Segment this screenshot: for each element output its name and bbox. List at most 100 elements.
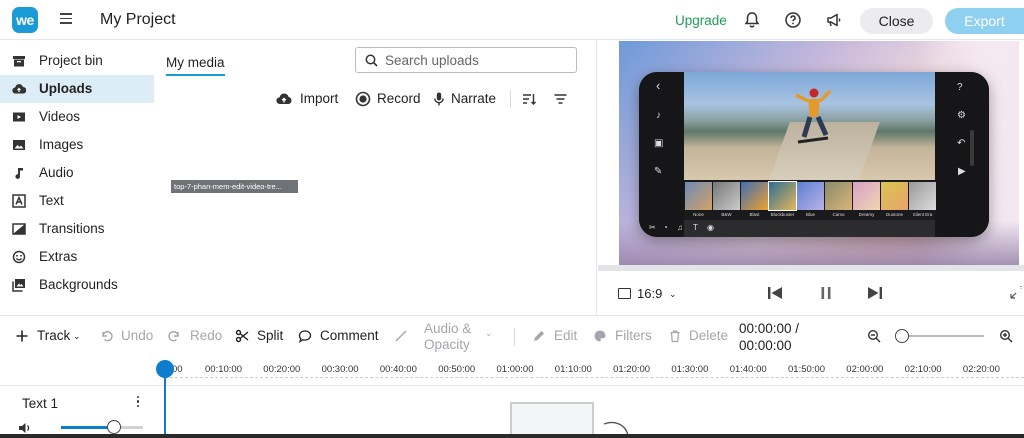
transition-icon [12,223,26,235]
bell-icon[interactable] [742,10,762,30]
search-input[interactable] [385,51,570,69]
video-preview[interactable]: ‹ ♪ ▣ ✎ ? ⚙ ↶ ▶ None B&W Blast Blockbust… [619,41,1019,265]
edit-label: Edit [554,328,578,343]
sidebar-item-backgrounds[interactable]: Backgrounds [0,271,154,299]
audio-opacity-line2: Opacity [424,337,470,352]
undo-button[interactable]: Undo [99,327,155,345]
megaphone-icon[interactable] [824,10,844,30]
sidebar-item-images[interactable]: Images [0,131,154,159]
audio-opacity-button[interactable]: Audio & Opacity [424,321,471,353]
sidebar-item-label: Images [39,137,84,152]
volume-icon[interactable] [18,422,32,434]
volume-slider-handle[interactable] [107,420,122,434]
sidebar-item-extras[interactable]: Extras [0,243,154,271]
clip-thumbnail[interactable] [510,402,594,438]
search-box[interactable] [355,47,577,73]
sidebar-item-videos[interactable]: Videos [0,103,154,131]
skater-figure [795,88,832,144]
play-icon: ▶ [958,166,966,177]
filter-label: Silent Era [912,212,933,217]
help-icon[interactable] [783,10,803,30]
comment-button[interactable]: Comment [298,327,380,345]
edit-button[interactable]: Edit [532,327,580,345]
tab-my-media[interactable]: My media [166,55,225,70]
zoom-in-icon[interactable] [999,329,1013,343]
close-button[interactable]: Close [860,8,933,34]
add-track-button[interactable]: Track ⌄ [15,327,85,345]
undo-icon: ↶ [957,138,966,149]
sort-icon[interactable] [521,91,537,107]
uploaded-file-name[interactable]: top-7-phan-mem-edit-video-tre... [171,180,298,193]
filters-button[interactable]: Filters [593,327,655,345]
skip-back-icon[interactable] [766,284,784,302]
zoom-slider-handle[interactable] [895,329,909,343]
ruler-tick-label: 00:40:00 [379,364,417,375]
track-label: Track [37,328,71,343]
filter-thumb: Blast [741,182,768,217]
undo-icon [102,330,113,342]
edit-icon: ✎ [654,166,663,177]
filter-thumb: B&W [713,182,740,217]
filter-icon[interactable] [553,91,568,107]
more-options-icon[interactable] [137,396,141,410]
playhead-line [164,370,166,438]
narrate-button[interactable]: Narrate [431,89,501,109]
sidebar-item-label: Project bin [39,53,103,68]
split-button[interactable]: Split [235,327,287,345]
cloud-upload-icon [12,84,26,94]
help-icon: ? [957,82,963,93]
phone-right-bar: ? ⚙ ↶ ▶ [935,72,989,237]
video-icon [13,112,25,122]
filter-thumb: Silent Era [909,182,936,217]
comment-icon [298,330,312,343]
plus-icon [16,330,28,342]
sidebar-item-label: Videos [39,109,81,124]
track-name[interactable]: Text 1 [22,396,58,411]
hamburger-icon[interactable] [60,13,72,25]
chevron-down-icon[interactable]: ⌄ [485,328,493,339]
timeline-ruler[interactable] [165,377,1024,378]
upgrade-link[interactable]: Upgrade [675,13,727,28]
active-tab-indicator [166,74,225,76]
app-logo[interactable]: we [12,7,38,33]
expand-icon[interactable] [1010,285,1022,299]
sidebar-item-label: Transitions [39,221,105,236]
skip-forward-icon[interactable] [866,284,884,302]
cloud-upload-icon [276,93,292,105]
archive-icon [13,56,25,67]
pause-icon[interactable] [817,284,835,302]
playhead-handle[interactable] [156,360,174,378]
back-chevron-icon: ‹ [656,78,661,93]
ruler-tick-label: 01:10:00 [554,364,592,375]
ruler-tick-label: 01:20:00 [613,364,651,375]
ruler-tick-label: 00:50:00 [438,364,476,375]
camera-icon: ▣ [654,138,664,149]
redo-button[interactable]: Redo [168,327,224,345]
phone-side-button [970,130,974,166]
divider [514,328,515,346]
volume-slider-fill [61,426,115,429]
sidebar-item-text[interactable]: Text [0,187,154,215]
project-title[interactable]: My Project [100,11,176,29]
zoom-out-icon[interactable] [867,329,881,343]
image-icon [13,140,25,150]
sidebar-item-audio[interactable]: Audio [0,159,154,187]
sidebar-item-transitions[interactable]: Transitions [0,215,154,243]
divider [510,90,511,108]
narrate-label: Narrate [451,91,497,106]
microphone-icon: ♪ [656,110,661,121]
preview-photo [684,72,935,180]
time-display: 00:00:00 / 00:00:00 [739,320,799,354]
preview-progress-bar[interactable] [598,265,1024,271]
preview-phone-frame: ‹ ♪ ▣ ✎ ? ⚙ ↶ ▶ None B&W Blast Blockbust… [639,72,989,237]
zoom-slider-track[interactable] [904,335,984,337]
export-button[interactable]: Export [945,8,1024,34]
import-button[interactable]: Import [276,89,342,109]
backgrounds-icon [12,279,25,292]
filter-label: Duotone [885,212,903,217]
record-button[interactable]: Record [355,89,421,109]
sidebar-item-uploads[interactable]: Uploads [0,75,154,103]
sidebar-item-project-bin[interactable]: Project bin [0,47,154,75]
split-label: Split [257,328,284,343]
delete-button[interactable]: Delete [668,327,730,345]
